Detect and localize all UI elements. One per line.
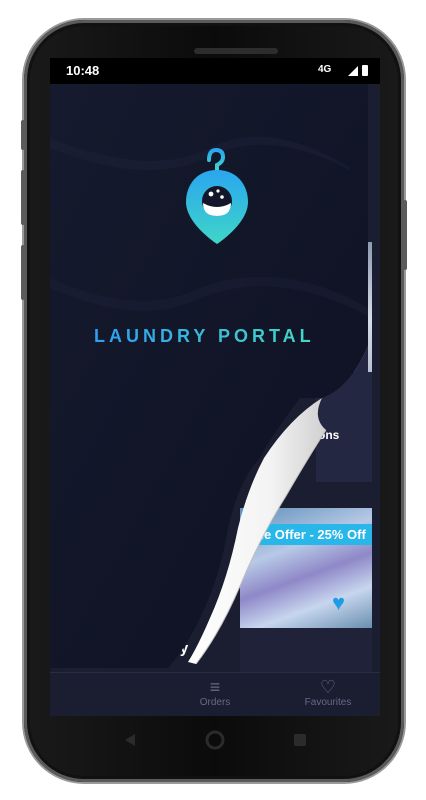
volume-up-button: [21, 170, 25, 225]
system-nav-bar: [50, 722, 380, 762]
screen: 10:48 4G ons ne Offer - 25% Off ♥ ry ≡ O…: [50, 58, 380, 716]
home-circle-icon[interactable]: [204, 729, 226, 751]
recents-square-icon[interactable]: [292, 732, 308, 748]
back-triangle-icon[interactable]: [122, 732, 138, 748]
earpiece-speaker: [194, 48, 278, 54]
mute-switch: [21, 120, 25, 150]
power-button: [403, 200, 407, 270]
volume-down-button: [21, 245, 25, 300]
brand-title: LAUNDRY PORTAL: [94, 326, 315, 346]
page-peel-overlay: [50, 84, 368, 668]
